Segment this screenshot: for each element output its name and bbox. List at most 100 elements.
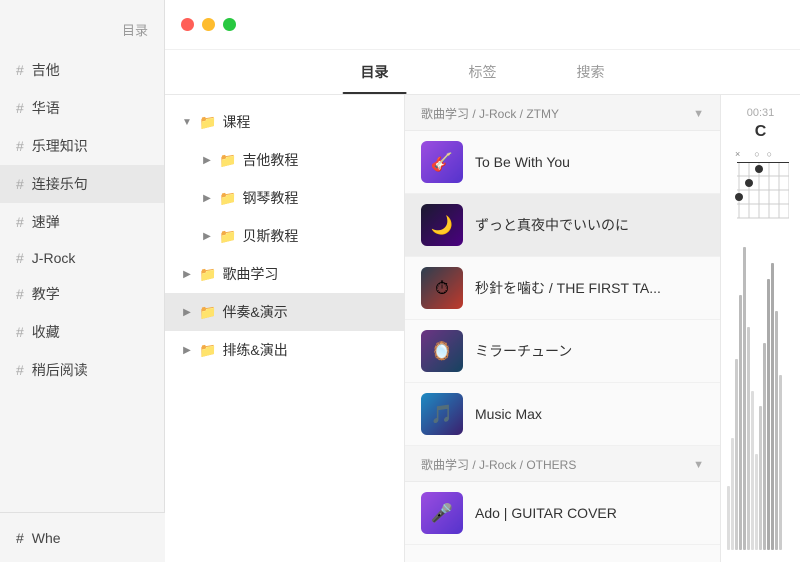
song-item-mirror[interactable]: 🪞 ミラーチューン — [405, 320, 720, 383]
hash-icon: # — [16, 138, 24, 154]
sidebar-item-music-theory[interactable]: # 乐理知识 — [0, 127, 164, 165]
sidebar-item-label: 速弹 — [32, 212, 60, 232]
chevron-down-icon: ▼ — [181, 117, 193, 128]
sidebar-item-fast[interactable]: # 速弹 — [0, 203, 164, 241]
tab-catalog[interactable]: 目录 — [321, 50, 429, 94]
hash-icon: # — [16, 176, 24, 192]
folder-icon: 📁 — [199, 304, 216, 321]
close-button[interactable] — [181, 18, 194, 31]
tree-item-accompaniment[interactable]: ▶ 📁 伴奏&演示 — [165, 293, 404, 331]
sidebar: 目录 #吉他#华语#乐理知识#连接乐句#速弹#J-Rock#教学#收藏#稍后阅读… — [0, 0, 165, 562]
folder-icon: 📁 — [199, 114, 216, 131]
sidebar-item-label: 教学 — [32, 284, 60, 304]
main-panel: 目录标签搜索 ▼📁课程▶📁吉他教程▶📁钢琴教程▶📁贝斯教程▶📁歌曲学习▶📁伴奏&… — [165, 0, 800, 562]
thumb-figure: 🪞 — [421, 330, 463, 372]
tab-search[interactable]: 搜索 — [537, 50, 645, 94]
sidebar-item-readlater[interactable]: # 稍后阅读 — [0, 351, 164, 389]
song-title: Music Max — [475, 406, 542, 422]
sidebar-item-jrock[interactable]: #J-Rock — [0, 241, 164, 275]
chevron-right-icon: ▶ — [201, 155, 213, 166]
tree-item-label: 吉他教程 — [242, 150, 298, 170]
thumb-figure: 🎤 — [421, 492, 463, 534]
folder-icon: 📁 — [199, 266, 216, 283]
thumb-figure: 🌙 — [421, 204, 463, 246]
tree-item-label: 课程 — [222, 112, 250, 132]
song-item-to-be-with-you[interactable]: 🎸 To Be With You — [405, 131, 720, 194]
hash-icon: # — [16, 214, 24, 230]
tree-item-label: 钢琴教程 — [242, 188, 298, 208]
sidebar-item-guitar[interactable]: # 吉他 — [0, 51, 164, 89]
hash-icon: # — [16, 362, 24, 378]
folder-icon: 📁 — [219, 190, 236, 207]
tree-item-rehearsal[interactable]: ▶📁排练&演出 — [165, 331, 404, 369]
sidebar-item-chinese[interactable]: #华语 — [0, 89, 164, 127]
song-thumbnail: 🎤 — [421, 492, 463, 534]
song-thumbnail: 🎸 — [421, 141, 463, 183]
section-header-jrock-others[interactable]: 歌曲学习 / J-Rock / OTHERS▼ — [405, 446, 720, 482]
tree-item-label: 伴奏&演示 — [222, 302, 287, 322]
chevron-right-icon: ▶ — [181, 307, 193, 318]
chord-label: C — [755, 123, 767, 141]
song-item-zutto[interactable]: 🌙 ずっと真夜中でいいのに — [405, 194, 720, 257]
song-thumbnail: ⏱ — [421, 267, 463, 309]
chord-diagram: × ○ ○ — [731, 149, 791, 227]
sidebar-item-label: 收藏 — [32, 322, 60, 342]
song-thumbnail: 🎵 — [421, 393, 463, 435]
tree-item-piano-course[interactable]: ▶ 📁 钢琴教程 — [165, 179, 404, 217]
tree-item-guitar-course[interactable]: ▶ 📁 吉他教程 — [165, 141, 404, 179]
sidebar-bottom-bar: # Whe — [0, 512, 165, 562]
maximize-button[interactable] — [223, 18, 236, 31]
chevron-right-icon: ▶ — [201, 193, 213, 204]
section-header-jrock-ztmy[interactable]: 歌曲学习 / J-Rock / ZTMY▼ — [405, 95, 720, 131]
hash-icon: # — [16, 62, 24, 78]
sidebar-item-teaching[interactable]: # 教学 — [0, 275, 164, 313]
sidebar-bottom-item[interactable]: # Whe — [16, 530, 61, 546]
song-item-byoshin[interactable]: ⏱ 秒針を噛む / THE FIRST TA... — [405, 257, 720, 320]
thumb-figure: 🎵 — [421, 393, 463, 435]
song-title: To Be With You — [475, 154, 570, 170]
chevron-down-icon: ▼ — [693, 459, 704, 471]
tree-item-label: 贝斯教程 — [242, 226, 298, 246]
tree-item-song-learning[interactable]: ▶📁歌曲学习 — [165, 255, 404, 293]
hash-icon: # — [16, 250, 24, 266]
chord-panel: 00:31 C × ○ ○ — [720, 95, 800, 562]
song-thumbnail: 🌙 — [421, 204, 463, 246]
sidebar-item-label: 稍后阅读 — [32, 360, 88, 380]
chevron-right-icon: ▶ — [181, 269, 193, 280]
song-title: Ado | GUITAR COVER — [475, 505, 617, 521]
sidebar-item-label: 乐理知识 — [32, 136, 88, 156]
hash-icon: # — [16, 286, 24, 302]
minimize-button[interactable] — [202, 18, 215, 31]
chevron-right-icon: ▶ — [181, 345, 193, 356]
file-tree: ▼📁课程▶📁吉他教程▶📁钢琴教程▶📁贝斯教程▶📁歌曲学习▶📁伴奏&演示▶📁排练&… — [165, 95, 405, 562]
sidebar-title-bar: 目录 — [0, 10, 164, 47]
sidebar-bottom-label: Whe — [32, 530, 61, 546]
sidebar-nav: #吉他#华语#乐理知识#连接乐句#速弹#J-Rock#教学#收藏#稍后阅读 — [0, 47, 164, 393]
song-item-music-max[interactable]: 🎵 Music Max — [405, 383, 720, 446]
sidebar-item-label: 华语 — [32, 98, 60, 118]
folder-icon: 📁 — [219, 228, 236, 245]
window-bar — [165, 0, 800, 50]
song-item-ado[interactable]: 🎤 Ado | GUITAR COVER — [405, 482, 720, 545]
sidebar-item-favorites[interactable]: #收藏 — [0, 313, 164, 351]
sidebar-item-connect[interactable]: # 连接乐句 — [0, 165, 164, 203]
tree-item-courses[interactable]: ▼ 📁 课程 — [165, 103, 404, 141]
song-thumbnail: 🪞 — [421, 330, 463, 372]
tabs-bar: 目录标签搜索 — [165, 50, 800, 95]
song-title: 秒針を噛む / THE FIRST TA... — [475, 278, 661, 298]
traffic-lights — [181, 18, 236, 31]
song-title: ミラーチューン — [475, 341, 572, 361]
tab-tags[interactable]: 标签 — [429, 50, 537, 94]
content-area: ▼📁课程▶📁吉他教程▶📁钢琴教程▶📁贝斯教程▶📁歌曲学习▶📁伴奏&演示▶📁排练&… — [165, 95, 800, 562]
folder-icon: 📁 — [219, 152, 236, 169]
time-label: 00:31 — [741, 103, 781, 123]
hash-icon: # — [16, 530, 24, 546]
chord-svg — [731, 162, 789, 222]
chevron-down-icon: ▼ — [693, 108, 704, 120]
thumb-figure: ⏱ — [421, 267, 463, 309]
sidebar-item-label: 吉他 — [32, 60, 60, 80]
sidebar-item-label: 连接乐句 — [32, 174, 88, 194]
sidebar-title: 目录 — [122, 20, 148, 39]
song-title: ずっと真夜中でいいのに — [475, 215, 629, 235]
tree-item-bass-course[interactable]: ▶📁贝斯教程 — [165, 217, 404, 255]
